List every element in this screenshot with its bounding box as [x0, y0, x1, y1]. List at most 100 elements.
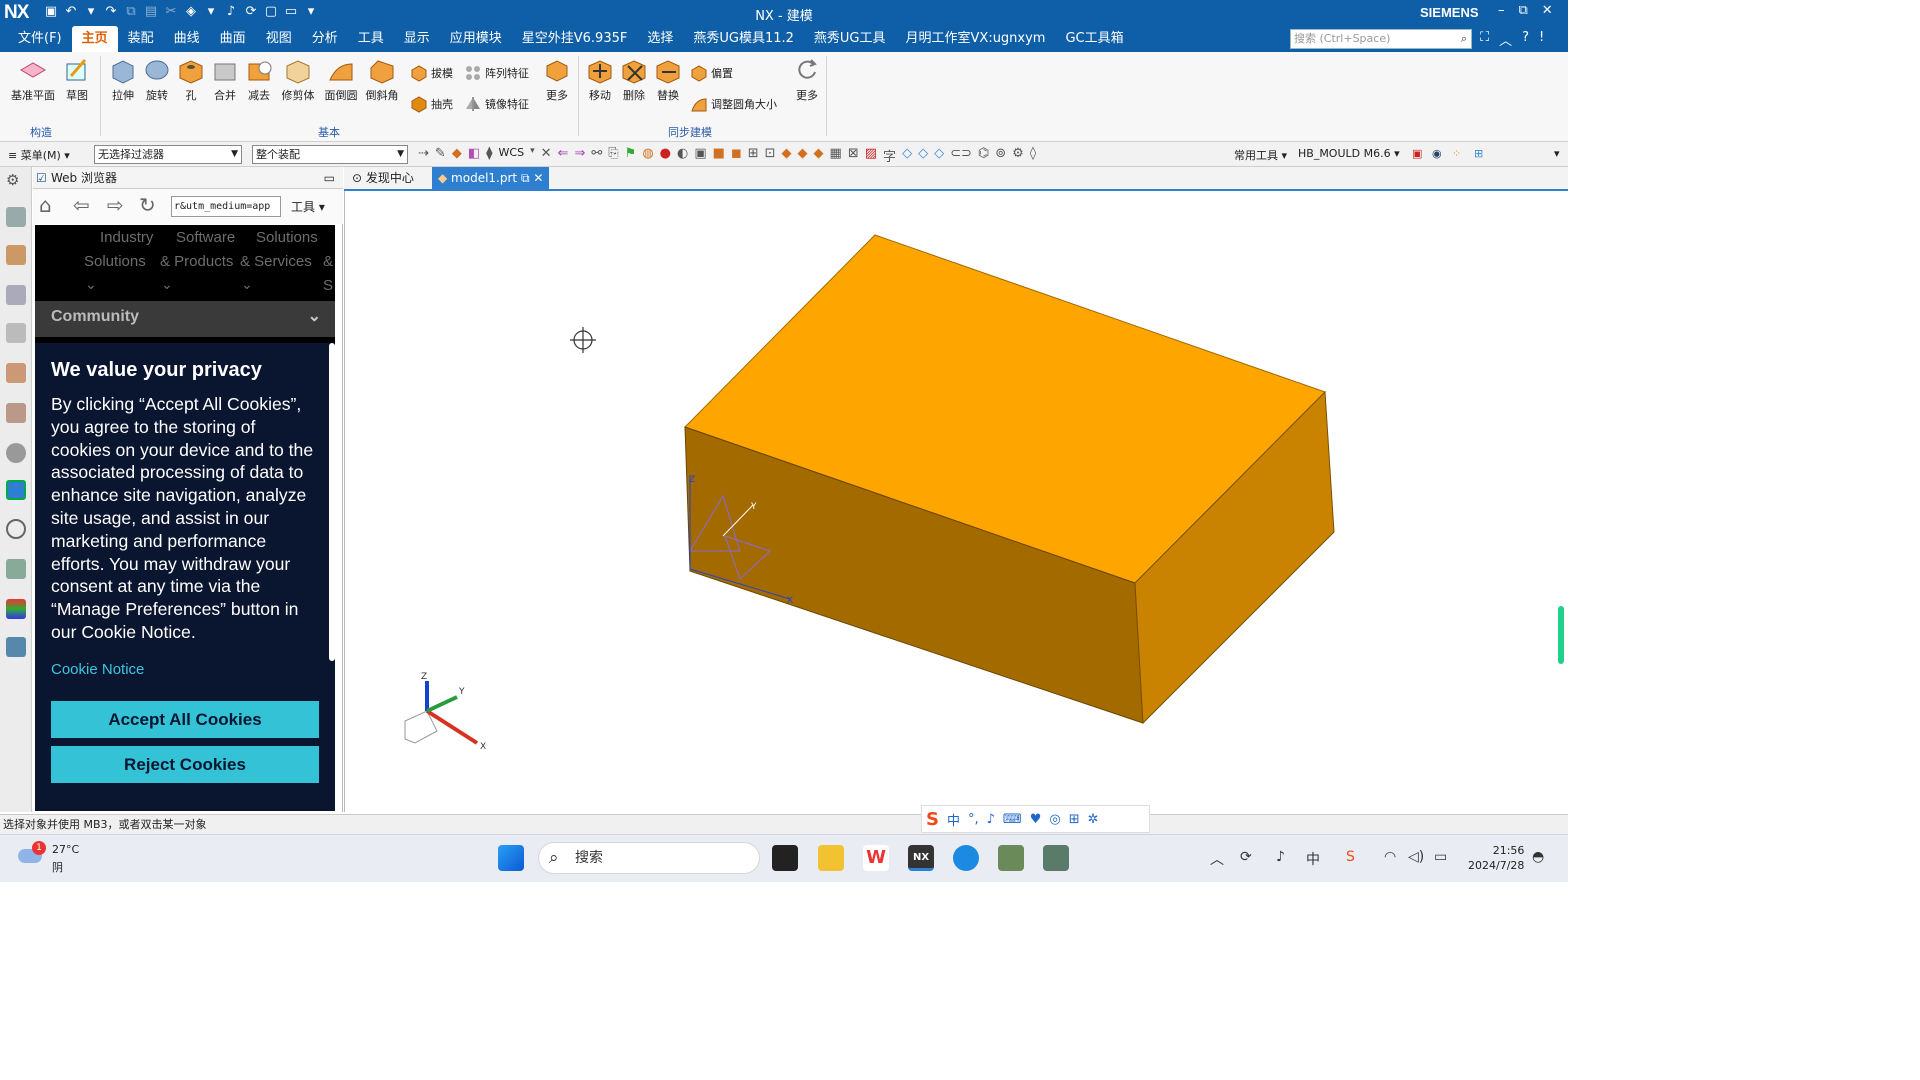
eye-icon[interactable]: ◉	[1432, 147, 1442, 160]
taskbar-search[interactable]: ⌕ 搜索	[538, 842, 760, 874]
wifi-icon[interactable]: ◠	[1384, 849, 1396, 865]
chevron-down-icon[interactable]: ⌄	[161, 277, 173, 293]
sogou-tray-icon[interactable]: S	[1346, 849, 1355, 865]
part-navigator-icon[interactable]	[6, 207, 26, 227]
assembly-scope-dropdown[interactable]: 整个装配 ▼	[252, 145, 408, 164]
nav-software-products-line2[interactable]: & Products	[160, 253, 233, 270]
app-icon-2[interactable]	[1043, 845, 1069, 871]
move-face-button[interactable]: 移动	[584, 56, 616, 103]
resize-blend-button[interactable]: 调整圆角大小	[690, 95, 777, 113]
add-grid-icon[interactable]: ⊞	[1474, 147, 1483, 160]
snap-off-icon[interactable]: ✕	[541, 146, 552, 165]
tab-discovery-center[interactable]: ⊙ 发现中心	[346, 167, 420, 189]
app-icon-1[interactable]	[998, 845, 1024, 871]
pointer-icon[interactable]: ⇢	[418, 146, 429, 165]
brick-icon[interactable]: ◆	[798, 146, 808, 165]
minimize-button[interactable]: –	[1498, 3, 1505, 18]
hd3d-tools-icon[interactable]	[6, 363, 26, 383]
layer-icon[interactable]: ◧	[468, 146, 480, 165]
record-icon[interactable]: ●	[660, 146, 671, 165]
delete-face-button[interactable]: 删除	[618, 56, 650, 103]
nav-software-products[interactable]: Software	[176, 229, 235, 246]
tab-yanxiu-mould[interactable]: 燕秀UG模具11.2	[683, 26, 804, 52]
forward-icon[interactable]: ⇨	[107, 193, 124, 217]
link-icon[interactable]: ⚯	[591, 146, 602, 165]
microphone-icon[interactable]: ♪	[987, 812, 995, 827]
nav-solutions-services-line2[interactable]: & Services	[240, 253, 312, 270]
tab-file[interactable]: 文件(F)	[8, 26, 72, 52]
viewport-scroll-indicator[interactable]	[1558, 606, 1564, 664]
file-explorer-icon[interactable]	[818, 845, 844, 871]
tab-assembly[interactable]: 装配	[118, 26, 164, 52]
process-studio-icon[interactable]	[6, 637, 26, 657]
cube-icon[interactable]: ◼	[731, 146, 742, 165]
ime-mode-toggle[interactable]: 中	[947, 810, 960, 829]
tab-analysis[interactable]: 分析	[302, 26, 348, 52]
image-icon[interactable]: ▨	[865, 146, 877, 165]
assembly-icon[interactable]: ⊞	[748, 146, 759, 165]
fullscreen-icon[interactable]: ⛶	[1480, 30, 1489, 49]
selection-filter-dropdown[interactable]: 无选择过滤器 ▼	[94, 145, 242, 164]
face-blend-button[interactable]: 面倒圆	[322, 56, 360, 103]
torus-icon[interactable]: ⊂⊃	[950, 146, 972, 165]
tab-view[interactable]: 视图	[256, 26, 302, 52]
surface3-icon[interactable]: ◇	[934, 146, 944, 165]
block-icon[interactable]: ■	[713, 146, 725, 165]
home-icon[interactable]: ⌂	[39, 193, 52, 217]
tab-gc-toolbox[interactable]: GC工具箱	[1055, 26, 1133, 52]
arrow-right-icon[interactable]: ⇒	[574, 146, 585, 165]
sogou-logo-icon[interactable]: S	[926, 809, 939, 830]
more-sync-button[interactable]: 更多	[792, 56, 822, 103]
start-button[interactable]	[498, 845, 524, 871]
system-material-icon[interactable]	[6, 559, 26, 579]
reuse-library-icon[interactable]	[6, 323, 26, 343]
hat-icon[interactable]: ◆	[782, 146, 792, 165]
dots-grid-icon[interactable]: ⁘	[1452, 147, 1461, 160]
feature-icon[interactable]: ◆	[452, 146, 462, 165]
ime-punct-toggle[interactable]: °,	[968, 812, 979, 827]
mirror-feature-button[interactable]: 镜像特征	[464, 95, 529, 113]
surface-icon[interactable]: ◇	[902, 146, 912, 165]
keyboard-icon[interactable]: ⌨	[1003, 812, 1022, 827]
replace-face-button[interactable]: 替换	[652, 56, 684, 103]
tab-curve[interactable]: 曲线	[164, 26, 210, 52]
wps-icon[interactable]: W	[863, 845, 889, 871]
volume-icon[interactable]: ◁)	[1408, 849, 1424, 865]
box-icon[interactable]: ▣	[694, 146, 706, 165]
constraint-navigator-icon[interactable]	[6, 285, 26, 305]
cylinder-icon[interactable]: ⌬	[978, 146, 989, 165]
revolve-button[interactable]: 旋转	[142, 56, 172, 103]
tray-overflow-icon[interactable]: ︿	[1210, 849, 1224, 869]
arrow-left-icon[interactable]: ⇐	[558, 146, 569, 165]
ime-indicator-icon[interactable]: 中	[1306, 849, 1320, 869]
main-menu-button[interactable]: ≡ 菜单(M) ▾	[8, 147, 70, 163]
chevron-down-icon[interactable]: ⌄	[241, 277, 253, 293]
gamepad-icon[interactable]: ◎	[1049, 812, 1060, 827]
tab-yanxiu-tools[interactable]: 燕秀UG工具	[804, 26, 896, 52]
extrude-button[interactable]: 拉伸	[108, 56, 138, 103]
text-icon[interactable]: 字	[883, 146, 896, 165]
common-tools-menu[interactable]: 常用工具 ▾	[1234, 147, 1287, 163]
refresh-icon[interactable]: ↻	[139, 193, 156, 217]
restore-button[interactable]: ⧉	[1519, 3, 1528, 18]
assembly-navigator-icon[interactable]	[6, 245, 26, 265]
tab-surface[interactable]: 曲面	[210, 26, 256, 52]
sync-icon[interactable]: ⟳	[1240, 849, 1252, 865]
flag-icon[interactable]: ⚑	[625, 146, 637, 165]
reject-cookies-button[interactable]: Reject Cookies	[51, 746, 319, 783]
diamond-icon[interactable]: ◊	[1030, 146, 1036, 165]
tab-model1-prt[interactable]: ◆ model1.prt ⧉ ✕	[432, 167, 550, 189]
web-browser-icon[interactable]	[6, 480, 26, 500]
nav-more-1[interactable]: &	[323, 253, 333, 270]
tab-home[interactable]: 主页	[71, 26, 118, 52]
popout-icon[interactable]: ⧉	[521, 171, 530, 185]
palette-icon[interactable]	[6, 599, 26, 619]
offset-face-button[interactable]: 偏置	[690, 64, 733, 82]
chamfer-button[interactable]: 倒斜角	[364, 56, 400, 103]
surface2-icon[interactable]: ◇	[918, 146, 928, 165]
maximize-panel-icon[interactable]: ▭	[324, 167, 335, 189]
hole-button[interactable]: 孔	[176, 56, 206, 103]
solid-icon[interactable]: ◐	[677, 146, 688, 165]
close-tab-icon[interactable]: ✕	[533, 171, 543, 185]
grid-icon[interactable]: ▦	[830, 146, 842, 165]
